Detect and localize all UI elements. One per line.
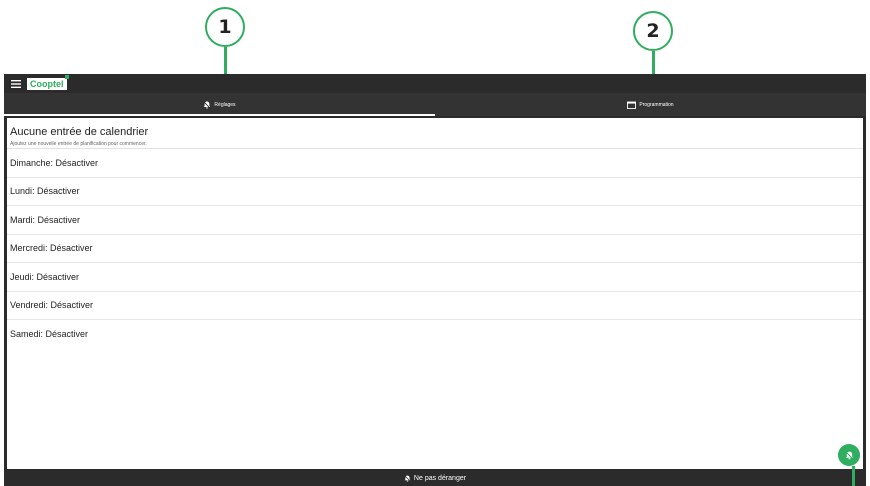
callout-2: 2 xyxy=(633,11,673,51)
tab-reglages-label: Réglages xyxy=(214,101,236,108)
callout-1: 1 xyxy=(205,7,245,47)
day-row-mercredi[interactable]: Mercredi: Désactiver xyxy=(7,235,863,263)
do-not-disturb-label: Ne pas déranger xyxy=(413,475,467,482)
tab-bar: Réglages Programmation xyxy=(4,93,866,116)
tab-programmation[interactable]: Programmation xyxy=(435,93,866,116)
day-row-samedi[interactable]: Samedi: Désactiver xyxy=(7,320,863,349)
app-window: Cooptel Réglages Programmation Aucune en… xyxy=(4,74,866,486)
schedule-panel: Aucune entrée de calendrier Ajoutez une … xyxy=(7,118,863,469)
day-row-jeudi[interactable]: Jeudi: Désactiver xyxy=(7,263,863,292)
day-row-vendredi[interactable]: Vendredi: Désactiver xyxy=(7,292,863,320)
day-row-dimanche[interactable]: Dimanche: Désactiver xyxy=(7,149,863,178)
fab-callout-line xyxy=(852,466,855,486)
empty-state-header: Aucune entrée de calendrier Ajoutez une … xyxy=(7,118,863,149)
bell-off-icon xyxy=(844,450,854,460)
logo-dot xyxy=(64,74,69,79)
empty-state-title: Aucune entrée de calendrier xyxy=(10,126,149,138)
tab-reglages[interactable]: Réglages xyxy=(4,93,435,116)
cooptel-logo: Cooptel xyxy=(27,74,69,90)
do-not-disturb-fab[interactable] xyxy=(838,444,860,466)
empty-state-subtitle: Ajoutez une nouvelle entrée de planifica… xyxy=(10,141,147,147)
tab-programmation-label: Programmation xyxy=(639,101,674,108)
app-bar: Cooptel xyxy=(4,74,866,93)
bell-off-icon xyxy=(203,100,212,109)
calendar-icon xyxy=(627,101,637,109)
day-row-mardi[interactable]: Mardi: Désactiver xyxy=(7,206,863,235)
do-not-disturb-bar[interactable]: Ne pas déranger xyxy=(4,471,866,486)
hamburger-menu-icon[interactable] xyxy=(9,74,23,93)
day-row-lundi[interactable]: Lundi: Désactiver xyxy=(7,178,863,206)
bell-off-icon xyxy=(404,475,411,482)
